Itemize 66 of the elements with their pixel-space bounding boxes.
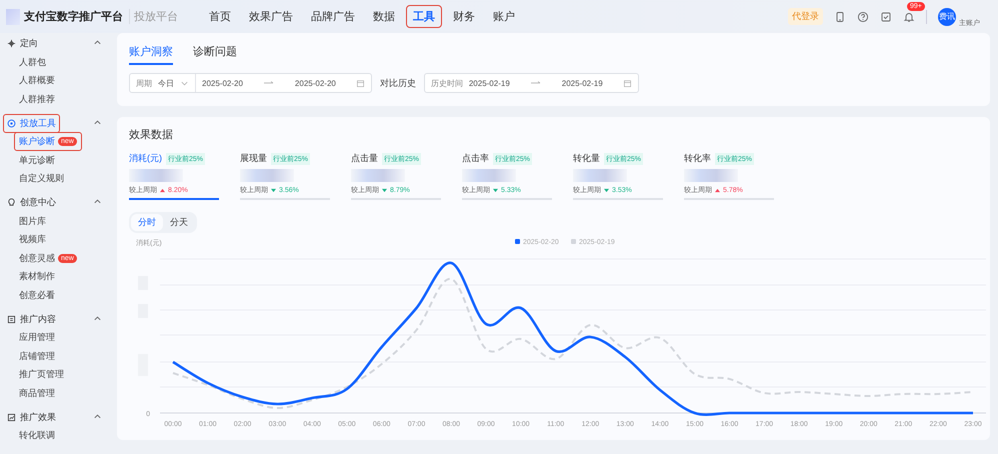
phone-icon[interactable] xyxy=(834,10,846,22)
nav-link[interactable]: 效果广告 xyxy=(242,5,300,28)
sidebar-group[interactable]: 创意中心 xyxy=(3,193,60,212)
toggle-option[interactable]: 分天 xyxy=(163,214,195,231)
sidebar-item[interactable]: 单元诊断 xyxy=(14,150,60,170)
metric-name: 展现量 xyxy=(240,152,267,165)
metric-name: 转化量 xyxy=(573,152,600,165)
nav-link[interactable]: 数据 xyxy=(366,5,402,28)
chart-icon xyxy=(7,412,16,422)
date-range-field[interactable]: 周期 今日 2025-02-20 2025-02-20 xyxy=(129,73,372,93)
sidebar-item[interactable]: 应用管理 xyxy=(14,328,60,348)
bell-icon[interactable] xyxy=(903,10,915,22)
sidebar-group[interactable]: 定向 xyxy=(3,34,42,53)
blurred-value xyxy=(573,169,627,182)
section-title: 效果数据 xyxy=(129,128,174,142)
nav-link[interactable]: 财务 xyxy=(446,5,482,28)
blurred-value xyxy=(240,169,294,182)
blurred-value xyxy=(462,169,516,182)
calendar-icon xyxy=(622,78,632,88)
blurred-value xyxy=(351,169,405,182)
compare-label: 对比历史 xyxy=(380,76,416,90)
document-icon xyxy=(7,314,16,324)
checklist-icon[interactable] xyxy=(880,10,892,22)
chevron-icon[interactable] xyxy=(93,197,102,206)
crosshair-icon xyxy=(7,39,16,48)
sidebar-group[interactable]: 投放工具 xyxy=(3,114,60,132)
sidebar-item[interactable]: 素材制作 xyxy=(14,267,60,286)
sidebar-item[interactable]: 图片库 xyxy=(14,212,51,231)
sidebar-item[interactable]: 人群推荐 xyxy=(14,90,60,109)
proxy-login-badge: 代登录 xyxy=(788,8,823,25)
sidebar-item[interactable]: 自定义规则 xyxy=(14,169,69,188)
metric-name: 点击量 xyxy=(351,152,378,165)
arrow-icon xyxy=(262,80,275,86)
blurred-value xyxy=(129,169,183,182)
metric-name: 消耗(元) xyxy=(129,152,162,165)
sidebar-item[interactable]: 转化联调 xyxy=(14,426,60,446)
sidebar-item[interactable]: 推广页管理 xyxy=(14,365,69,384)
sidebar-item[interactable]: 创意必看 xyxy=(14,286,60,305)
nav-link[interactable]: 首页 xyxy=(202,5,238,28)
sidebar-group[interactable]: 推广内容 xyxy=(3,310,60,328)
nav-link[interactable]: 账户 xyxy=(486,5,522,28)
sidebar-item[interactable]: 店铺管理 xyxy=(14,346,60,366)
tab[interactable]: 账户洞察 xyxy=(129,41,173,65)
history-date-field[interactable]: 历史时间 2025-02-19 2025-02-19 xyxy=(424,73,639,93)
chevron-icon[interactable] xyxy=(93,38,102,47)
brand-title: 支付宝数字推广平台 xyxy=(24,10,123,24)
avatar[interactable]: 费讯 xyxy=(938,8,956,26)
nav-link[interactable]: 品牌广告 xyxy=(304,5,362,28)
nav-link[interactable]: 工具 xyxy=(406,5,442,28)
sidebar-item[interactable]: 人群概要 xyxy=(14,71,60,90)
help-icon[interactable] xyxy=(857,10,869,22)
blurred-value xyxy=(684,169,738,182)
bulb-icon xyxy=(7,198,16,207)
sidebar-item[interactable]: 商品管理 xyxy=(14,384,60,403)
arrow-icon xyxy=(530,80,542,86)
platform-subtitle: 投放平台 xyxy=(129,9,178,24)
calendar-icon xyxy=(356,78,365,88)
tab[interactable]: 诊断问题 xyxy=(193,41,237,65)
sidebar-item[interactable]: 人群包 xyxy=(14,52,51,72)
sidebar-group[interactable]: 推广效果 xyxy=(3,408,60,426)
metric-name: 点击率 xyxy=(462,152,489,165)
metric-name: 转化率 xyxy=(684,152,711,165)
logo-icon xyxy=(6,8,20,24)
toggle-option[interactable]: 分时 xyxy=(131,214,163,231)
tool-icon xyxy=(7,118,16,128)
sidebar-item[interactable]: 视频库 xyxy=(14,230,51,250)
